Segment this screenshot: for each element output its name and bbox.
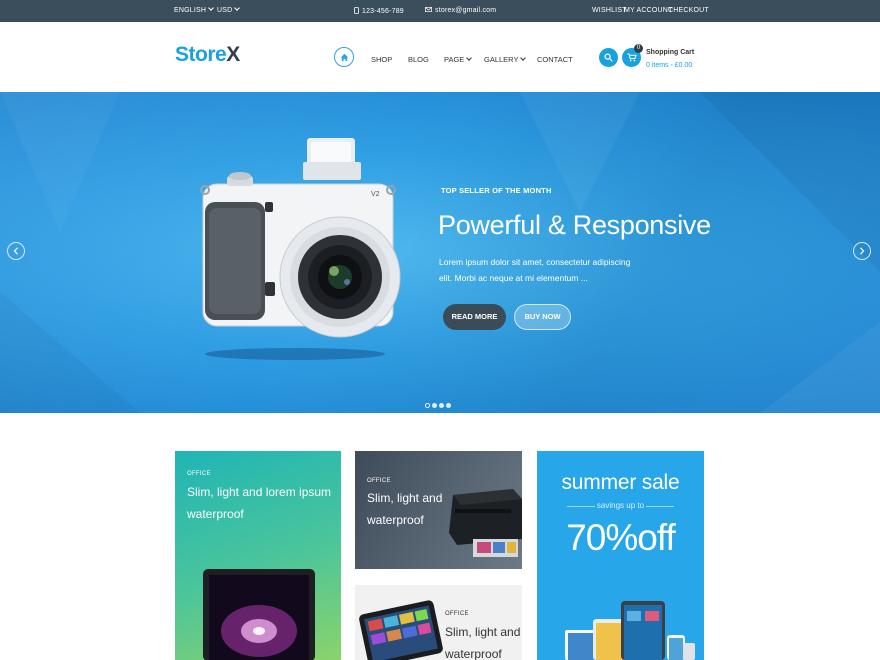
- nav-page[interactable]: PAGE: [444, 55, 473, 64]
- monitor-image: [203, 569, 315, 660]
- nav-gallery[interactable]: GALLERY: [484, 55, 527, 64]
- chevron-down-icon: [234, 5, 241, 11]
- chevron-left-icon: [13, 247, 18, 255]
- home-button[interactable]: [334, 47, 354, 67]
- divider: [646, 506, 674, 507]
- banner-title: Slim, light and waterproof: [445, 625, 521, 660]
- sale-title: summer sale: [561, 471, 680, 494]
- summer-sale-banner[interactable]: summer sale savings up to 70%off: [537, 451, 704, 660]
- sale-subtitle: savings up to: [596, 501, 645, 510]
- home-icon: [340, 53, 348, 61]
- checkout-link[interactable]: CHECKOUT: [668, 7, 709, 14]
- logo[interactable]: StoreX: [175, 43, 240, 67]
- hero-eyebrow: TOP SELLER OF THE MONTH: [441, 186, 552, 195]
- hero-background-pattern: [0, 92, 880, 413]
- banner-title: Slim, light and lorem ipsum waterproof: [187, 485, 332, 521]
- nav-shop[interactable]: SHOP: [371, 55, 392, 64]
- slider-dot[interactable]: [446, 403, 451, 408]
- search-icon: [604, 53, 613, 62]
- chevron-down-icon: [466, 55, 473, 61]
- phone-icon: [354, 7, 359, 14]
- slider-dot[interactable]: [425, 403, 430, 408]
- tablet-image: [359, 600, 443, 660]
- banner-title: Slim, light and waterproof: [367, 491, 443, 527]
- svg-text:V2: V2: [371, 191, 380, 198]
- banner-category: OFFICE: [187, 471, 211, 477]
- chevron-down-icon: [520, 55, 527, 61]
- nav-contact[interactable]: CONTACT: [537, 55, 573, 64]
- printer-image: [449, 489, 522, 557]
- mail-icon: [425, 7, 432, 12]
- site-header: StoreX SHOP BLOG PAGE GALLERY CONTACT 0 …: [0, 22, 880, 92]
- language-selector[interactable]: ENGLISH: [174, 5, 214, 14]
- email-contact: storex@gmail.com: [425, 7, 496, 14]
- nav-blog[interactable]: BLOG: [408, 55, 429, 64]
- promo-banner-printer[interactable]: OFFICE Slim, light and waterproof: [355, 451, 522, 569]
- cart-summary[interactable]: 0 items - £0.00: [646, 62, 692, 69]
- hero-title: Powerful & Responsive: [438, 210, 711, 240]
- chevron-right-icon: [860, 247, 865, 255]
- top-bar: ENGLISH USD 123-456-789 storex@gmail.com…: [0, 0, 880, 22]
- camera-image: V2: [200, 138, 401, 360]
- cart-icon: [627, 53, 637, 62]
- banner-category: OFFICE: [445, 611, 469, 617]
- slider-prev-button[interactable]: [7, 242, 25, 260]
- slider-dot[interactable]: [439, 403, 444, 408]
- devices-image: [565, 601, 695, 660]
- buy-now-button[interactable]: BUY NOW: [514, 304, 571, 330]
- search-button[interactable]: [599, 48, 618, 67]
- hero-description: Lorem ipsum dolor sit amet, consectetur …: [439, 257, 631, 283]
- slider-pagination: [425, 395, 453, 413]
- slider-dot[interactable]: [432, 403, 437, 408]
- slider-next-button[interactable]: [853, 242, 871, 260]
- sale-discount: 70%off: [566, 517, 676, 558]
- wishlist-link[interactable]: WISHLIST: [592, 7, 627, 14]
- phone-contact: 123-456-789: [354, 7, 404, 15]
- cart-title[interactable]: Shopping Cart: [646, 49, 694, 56]
- read-more-button[interactable]: READ MORE: [443, 304, 506, 330]
- chevron-down-icon: [208, 5, 214, 11]
- promo-banner-monitor[interactable]: OFFICE Slim, light and lorem ipsum water…: [175, 451, 341, 660]
- hero-slider: V2 TOP SELLER OF THE MONTH Powerful & Re…: [0, 92, 880, 413]
- my-account-link[interactable]: MY ACCOUNT: [624, 7, 673, 14]
- currency-selector[interactable]: USD: [217, 5, 241, 14]
- banner-category: OFFICE: [367, 478, 391, 484]
- promo-banner-tablet[interactable]: OFFICE Slim, light and waterproof: [355, 585, 522, 660]
- cart-count-badge: 0: [634, 44, 643, 53]
